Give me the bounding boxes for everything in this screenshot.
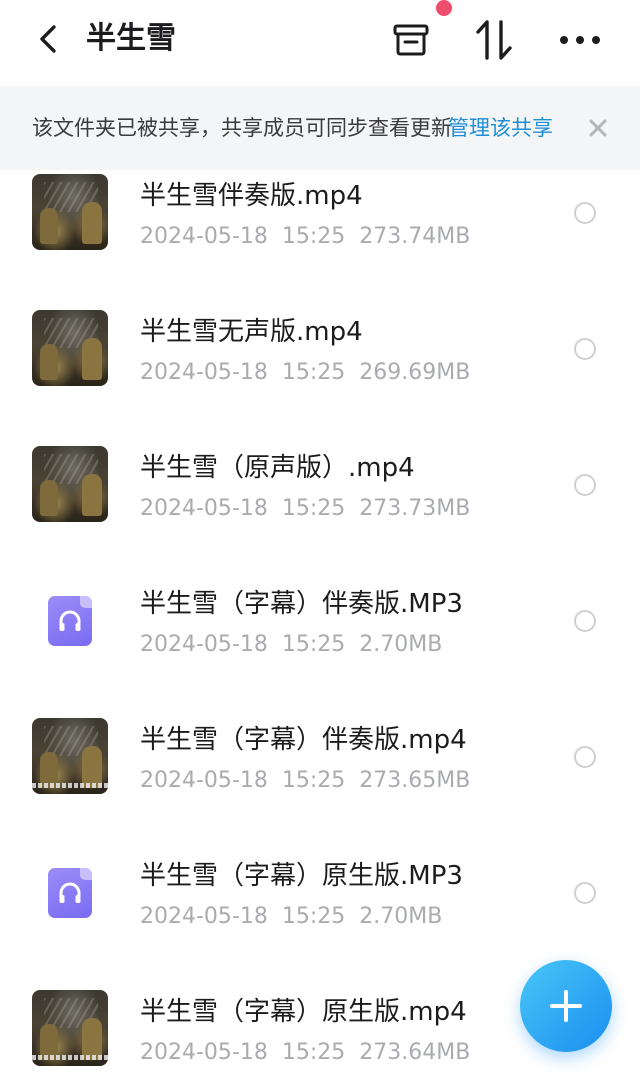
file-date: 2024-05-18 <box>140 224 268 249</box>
share-banner-text: 该文件夹已被共享，共享成员可同步查看更新 <box>32 116 452 140</box>
file-time: 15:25 <box>281 224 346 249</box>
file-name: 半生雪（字幕）伴奏版.mp4 <box>140 725 467 755</box>
file-time: 15:25 <box>281 768 346 793</box>
file-name: 半生雪无声版.mp4 <box>140 317 363 347</box>
chevron-left-icon <box>40 25 56 53</box>
sort-button[interactable] <box>470 16 518 64</box>
video-thumbnail <box>32 718 108 794</box>
audio-file-icon <box>32 854 108 930</box>
share-banner: 该文件夹已被共享，共享成员可同步查看更新 管理该共享 <box>0 86 640 170</box>
file-date: 2024-05-18 <box>140 360 268 385</box>
file-size: 2.70MB <box>359 632 443 657</box>
file-date: 2024-05-18 <box>140 632 268 657</box>
back-button[interactable] <box>28 18 68 60</box>
file-meta: 2024-05-18 15:25 273.74MB <box>140 220 484 254</box>
file-name: 半生雪伴奏版.mp4 <box>140 181 363 211</box>
page-title: 半生雪 <box>86 21 176 56</box>
file-size: 273.64MB <box>359 1040 471 1065</box>
archive-button[interactable] <box>387 16 435 64</box>
file-row[interactable]: 半生雪无声版.mp4 2024-05-18 15:25 269.69MB <box>0 306 640 442</box>
file-meta: 2024-05-18 15:25 273.65MB <box>140 764 484 798</box>
file-date: 2024-05-18 <box>140 496 268 521</box>
file-time: 15:25 <box>281 360 346 385</box>
file-date: 2024-05-18 <box>140 768 268 793</box>
select-radio[interactable] <box>574 882 596 904</box>
file-size: 2.70MB <box>359 904 443 929</box>
file-time: 15:25 <box>281 632 346 657</box>
sort-arrows-icon <box>476 20 512 60</box>
close-icon <box>589 119 607 137</box>
file-size: 273.73MB <box>359 496 471 521</box>
file-meta: 2024-05-18 15:25 273.64MB <box>140 1036 484 1070</box>
select-radio[interactable] <box>574 474 596 496</box>
file-name: 半生雪（字幕）原生版.mp4 <box>140 997 467 1027</box>
file-meta: 2024-05-18 15:25 2.70MB <box>140 628 456 662</box>
file-date: 2024-05-18 <box>140 1040 268 1065</box>
header: 半生雪 <box>0 0 640 86</box>
select-radio[interactable] <box>574 338 596 360</box>
file-time: 15:25 <box>281 1040 346 1065</box>
file-name: 半生雪（字幕）原生版.MP3 <box>140 861 463 891</box>
file-row[interactable]: 半生雪（字幕）伴奏版.MP3 2024-05-18 15:25 2.70MB <box>0 578 640 714</box>
more-button[interactable] <box>556 16 604 64</box>
file-row[interactable]: 半生雪伴奏版.mp4 2024-05-18 15:25 273.74MB <box>0 170 640 306</box>
select-radio[interactable] <box>574 746 596 768</box>
manage-share-link[interactable]: 管理该共享 <box>448 112 553 144</box>
add-file-button[interactable] <box>520 960 612 1052</box>
file-name: 半生雪（字幕）伴奏版.MP3 <box>140 589 463 619</box>
file-name: 半生雪（原声版）.mp4 <box>140 453 415 483</box>
app-root: 半生雪 该文件夹已被共享，共享成员可同步查看更新 管理该共享 半生雪伴奏版.mp… <box>0 0 640 1086</box>
banner-close-button[interactable] <box>584 114 612 142</box>
file-time: 15:25 <box>281 904 346 929</box>
file-size: 269.69MB <box>359 360 471 385</box>
video-thumbnail <box>32 446 108 522</box>
file-size: 273.74MB <box>359 224 471 249</box>
notification-dot <box>436 0 452 16</box>
select-radio[interactable] <box>574 202 596 224</box>
plus-icon <box>550 990 582 1022</box>
audio-file-icon <box>32 582 108 658</box>
file-time: 15:25 <box>281 496 346 521</box>
headphones-icon <box>59 882 81 903</box>
file-date: 2024-05-18 <box>140 904 268 929</box>
video-thumbnail <box>32 174 108 250</box>
file-meta: 2024-05-18 15:25 2.70MB <box>140 900 456 934</box>
file-meta: 2024-05-18 15:25 269.69MB <box>140 356 484 390</box>
more-dots-icon <box>560 36 600 44</box>
file-row[interactable]: 半生雪（原声版）.mp4 2024-05-18 15:25 273.73MB <box>0 442 640 578</box>
select-radio[interactable] <box>574 610 596 632</box>
headphones-icon <box>59 610 81 631</box>
file-list: 半生雪伴奏版.mp4 2024-05-18 15:25 273.74MB 半生雪无声… <box>0 170 640 1086</box>
video-thumbnail <box>32 990 108 1066</box>
file-row[interactable]: 半生雪（字幕）伴奏版.mp4 2024-05-18 15:25 273.65MB <box>0 714 640 850</box>
archive-box-icon <box>393 24 429 56</box>
file-meta: 2024-05-18 15:25 273.73MB <box>140 492 484 526</box>
video-thumbnail <box>32 310 108 386</box>
file-size: 273.65MB <box>359 768 471 793</box>
